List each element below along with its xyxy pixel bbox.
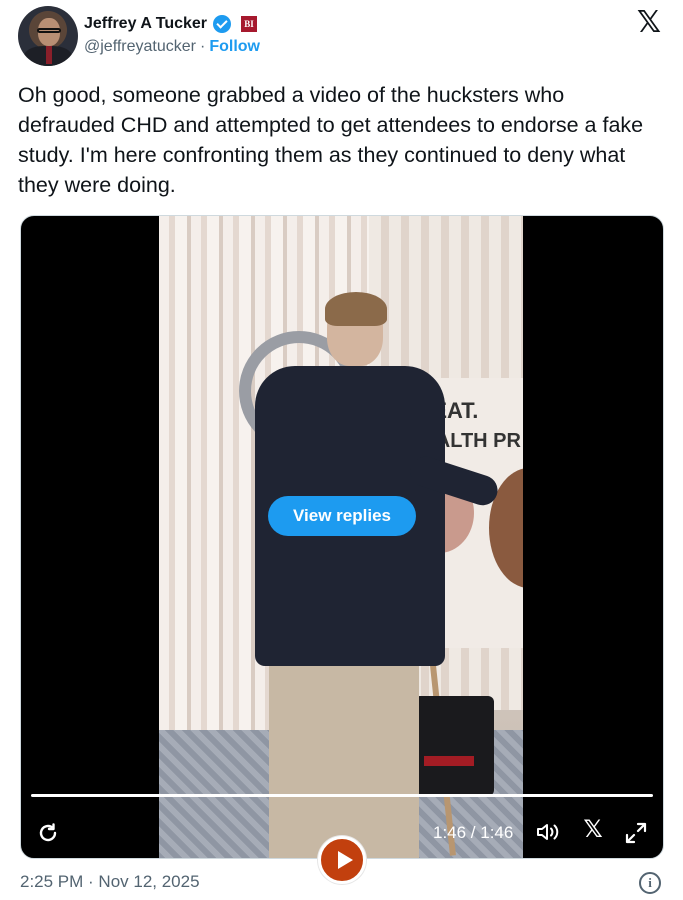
replay-icon[interactable] xyxy=(35,820,61,846)
avatar[interactable] xyxy=(18,6,78,66)
verified-badge-icon xyxy=(213,15,232,33)
video-frame[interactable]: MEAT. HEALTH PR xyxy=(159,216,523,858)
view-replies-button[interactable]: View replies xyxy=(268,496,416,536)
tweet-timestamp[interactable]: 2:25 PM · Nov 12, 2025 xyxy=(20,872,200,892)
tweet-header: Jeffrey A Tucker BI @jeffreyatucker · Fo… xyxy=(18,6,666,66)
separator-dot: · xyxy=(200,38,206,55)
author-name[interactable]: Jeffrey A Tucker xyxy=(84,15,207,33)
video-progress-bar[interactable] xyxy=(31,794,653,797)
expand-icon[interactable] xyxy=(623,820,649,846)
affiliate-badge-icon: BI xyxy=(241,16,258,32)
author-handle[interactable]: @jeffreyatucker xyxy=(84,38,196,56)
person-pants-image xyxy=(269,656,419,858)
person-hair-image xyxy=(325,292,387,326)
info-icon[interactable]: i xyxy=(639,872,661,894)
bag-image xyxy=(414,696,494,796)
x-logo-icon[interactable]: 𝕏 xyxy=(634,8,664,38)
x-share-icon[interactable]: 𝕏 xyxy=(580,818,606,842)
video-player[interactable]: MEAT. HEALTH PR View replies 1:46 / 1:46… xyxy=(20,215,664,859)
follow-button[interactable]: Follow xyxy=(209,38,260,56)
play-icon[interactable] xyxy=(318,836,366,884)
tweet-text: Oh good, someone grabbed a video of the … xyxy=(18,83,644,197)
author-handle-row: @jeffreyatucker · Follow xyxy=(84,38,260,56)
video-time-display: 1:46 / 1:46 xyxy=(433,823,514,842)
volume-icon[interactable] xyxy=(535,820,563,844)
author-name-row: Jeffrey A Tucker BI xyxy=(84,13,258,35)
